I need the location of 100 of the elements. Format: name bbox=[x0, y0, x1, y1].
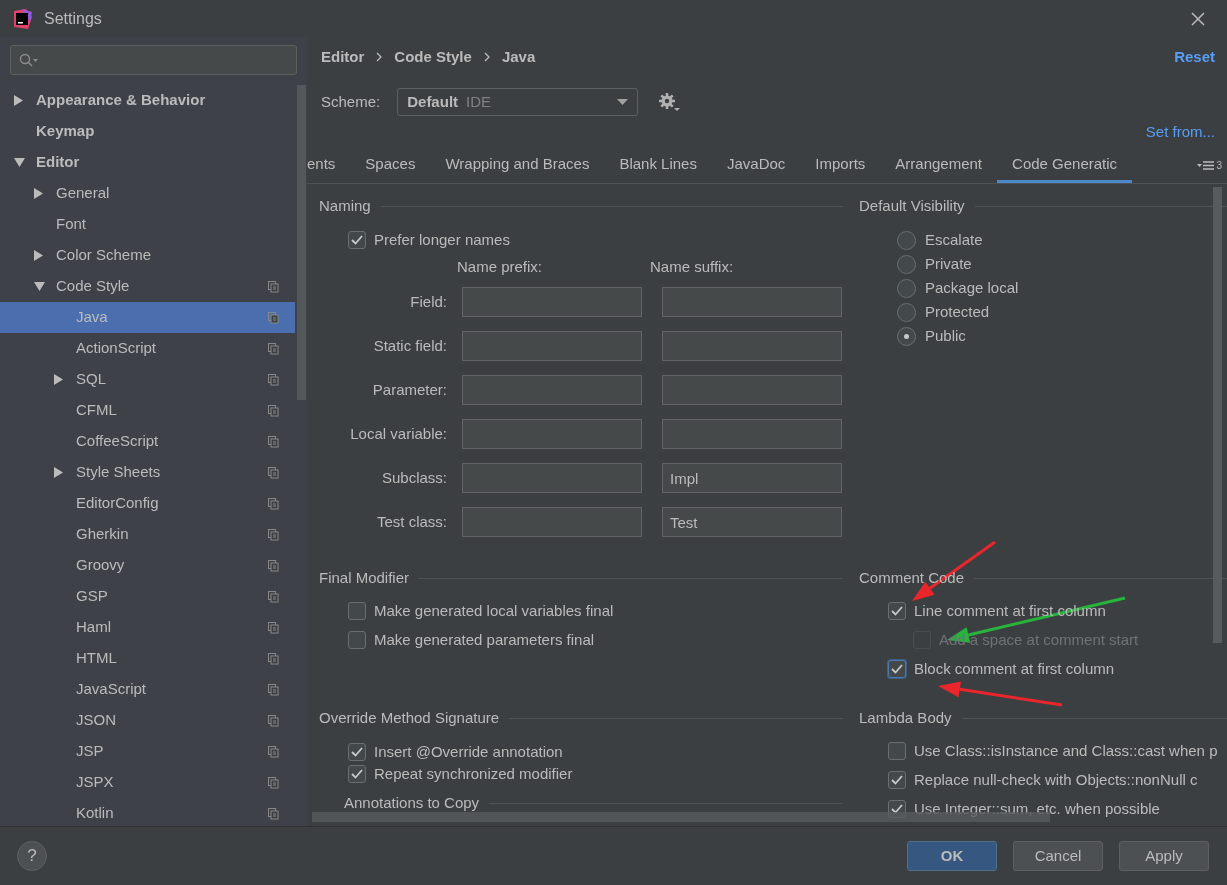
scheme-dropdown[interactable]: Default IDE bbox=[397, 88, 639, 116]
section-title: Naming bbox=[319, 195, 371, 216]
collapsed-arrow-icon[interactable] bbox=[34, 250, 43, 261]
tree-item[interactable]: JSP bbox=[0, 736, 295, 767]
checkbox-label: Use Integer::sum, etc. when possible bbox=[914, 798, 1160, 819]
tree-item[interactable]: Font bbox=[0, 209, 295, 240]
radio-label: Private bbox=[925, 253, 972, 274]
tree-item[interactable]: JavaScript bbox=[0, 674, 295, 705]
suffix-field[interactable] bbox=[662, 419, 842, 449]
checkbox-label: Use Class::isInstance and Class::cast when p bbox=[914, 740, 1218, 761]
tab[interactable]: JavaDoc bbox=[711, 148, 801, 183]
search-field[interactable] bbox=[10, 45, 297, 75]
prefix-field[interactable] bbox=[462, 507, 642, 537]
list-icon bbox=[1197, 161, 1215, 170]
tree-item[interactable]: Style Sheets bbox=[0, 457, 295, 488]
scrollbar-thumb[interactable] bbox=[297, 85, 306, 400]
suffix-field[interactable] bbox=[662, 375, 842, 405]
field-label: Subclass: bbox=[380, 467, 447, 488]
radio-label: Escalate bbox=[925, 229, 983, 250]
tree-item[interactable]: CoffeeScript bbox=[0, 426, 295, 457]
collapsed-arrow-icon[interactable] bbox=[34, 188, 43, 199]
expanded-arrow-icon[interactable] bbox=[34, 282, 45, 291]
collapsed-arrow-icon[interactable] bbox=[14, 95, 23, 106]
tree-item[interactable]: Groovy bbox=[0, 550, 295, 581]
suffix-field[interactable]: Test bbox=[662, 507, 842, 537]
suffix-field[interactable] bbox=[662, 331, 842, 361]
caret-icon bbox=[617, 99, 629, 105]
section-title: Final Modifier bbox=[319, 567, 410, 588]
ok-button[interactable]: OK bbox=[907, 841, 997, 871]
tree-item[interactable]: ActionScript bbox=[0, 333, 295, 364]
radio-button[interactable] bbox=[897, 302, 916, 322]
tree-item[interactable]: Color Scheme bbox=[0, 240, 295, 271]
section-title: Default Visibility bbox=[859, 195, 965, 216]
settings-icon[interactable] bbox=[658, 92, 681, 112]
section-title: Lambda Body bbox=[859, 707, 952, 728]
tree-item[interactable]: Appearance & Behavior bbox=[0, 85, 295, 116]
tree-item[interactable]: EditorConfig bbox=[0, 488, 295, 519]
tree-item[interactable]: SQL bbox=[0, 364, 295, 395]
field-label: Static field: bbox=[372, 335, 447, 356]
collapsed-arrow-icon[interactable] bbox=[54, 374, 63, 385]
checkbox[interactable] bbox=[348, 743, 366, 761]
tree-item[interactable]: Code Style bbox=[0, 271, 295, 302]
radio-button[interactable] bbox=[897, 230, 916, 250]
tree-item[interactable]: Keymap bbox=[0, 116, 295, 147]
section-title: Override Method Signature bbox=[319, 707, 500, 728]
tree-item[interactable]: Gherkin bbox=[0, 519, 295, 550]
tab[interactable]: ents bbox=[307, 148, 351, 183]
tree-item[interactable]: JSON bbox=[0, 705, 295, 736]
tab[interactable]: Spaces bbox=[350, 148, 431, 183]
prefix-field[interactable] bbox=[462, 287, 642, 317]
checkbox[interactable] bbox=[348, 631, 366, 649]
tab[interactable]: Code Generatic bbox=[997, 148, 1133, 183]
tab[interactable]: Blank Lines bbox=[604, 148, 712, 183]
radio-label: Package local bbox=[925, 277, 1019, 298]
tree-item[interactable]: Haml bbox=[0, 612, 295, 643]
checkbox[interactable] bbox=[348, 602, 366, 620]
checkbox[interactable] bbox=[888, 660, 906, 678]
tab[interactable]: Arrangement bbox=[880, 148, 998, 183]
tree-item[interactable]: Kotlin bbox=[0, 798, 295, 826]
scrollbar-thumb[interactable] bbox=[1213, 187, 1222, 643]
checkbox-label: Block comment at first column bbox=[914, 658, 1115, 679]
tab[interactable]: Wrapping and Braces bbox=[430, 148, 605, 183]
tree-item[interactable]: CFML bbox=[0, 395, 295, 426]
chevron-icon bbox=[376, 52, 383, 62]
radio-button[interactable] bbox=[897, 254, 916, 274]
dialog-button[interactable]: Cancel bbox=[1013, 841, 1103, 871]
expanded-arrow-icon[interactable] bbox=[14, 158, 25, 167]
column-header: Name suffix: bbox=[650, 256, 735, 277]
tree-item[interactable]: HTML bbox=[0, 643, 295, 674]
tab-overflow-button[interactable]: 3 bbox=[1197, 148, 1222, 183]
app-logo-icon bbox=[12, 8, 32, 29]
tree-item[interactable]: Editor bbox=[0, 147, 295, 178]
tree-item[interactable]: General bbox=[0, 178, 295, 209]
set-from-link[interactable]: Set from... bbox=[1145, 121, 1215, 143]
collapsed-arrow-icon[interactable] bbox=[54, 467, 63, 478]
prefix-field[interactable] bbox=[462, 463, 642, 493]
checkbox-label: Prefer longer names bbox=[374, 229, 510, 250]
checkbox[interactable] bbox=[348, 231, 366, 249]
checkbox-label: Replace null-check with Objects::nonNull c bbox=[914, 769, 1198, 790]
prefix-field[interactable] bbox=[462, 375, 642, 405]
tree-item[interactable]: JSPX bbox=[0, 767, 295, 798]
tree-item[interactable]: GSP bbox=[0, 581, 295, 612]
checkbox[interactable] bbox=[888, 742, 906, 760]
suffix-field[interactable]: Impl bbox=[662, 463, 842, 493]
checkbox[interactable] bbox=[348, 765, 366, 783]
radio-button[interactable] bbox=[897, 278, 916, 298]
prefix-field[interactable] bbox=[462, 419, 642, 449]
tab[interactable]: Imports bbox=[800, 148, 881, 183]
radio-button[interactable] bbox=[897, 326, 916, 346]
help-button[interactable]: ? bbox=[17, 841, 47, 871]
checkbox[interactable] bbox=[888, 771, 906, 789]
close-icon[interactable] bbox=[1191, 11, 1205, 26]
prefix-field[interactable] bbox=[462, 331, 642, 361]
suffix-field[interactable] bbox=[662, 287, 842, 317]
reset-link[interactable]: Reset bbox=[1174, 45, 1215, 69]
search-icon bbox=[19, 52, 39, 68]
dialog-button[interactable]: Apply bbox=[1119, 841, 1209, 871]
radio-label: Public bbox=[925, 325, 966, 346]
checkbox[interactable] bbox=[888, 602, 906, 620]
field-label: Parameter: bbox=[371, 379, 447, 400]
